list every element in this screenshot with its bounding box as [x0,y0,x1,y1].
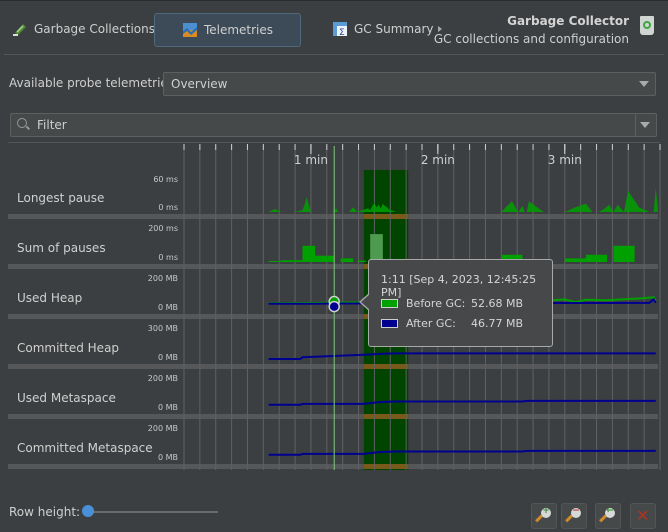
after-gc-swatch [381,319,398,328]
sum-of-pauses-bar [281,260,303,262]
row-separator [8,464,658,469]
garbage-collections-label: Garbage Collections [34,22,155,36]
time-label: 1 min [294,153,328,167]
row-separator [8,364,658,369]
tooltip-after-gc-row: After GC: 46.77 MB [381,317,523,330]
chevron-down-icon[interactable] [640,122,650,128]
after-gc-label: After GC: [406,317,456,330]
row-separator [8,264,658,269]
sum-of-pauses-bar [585,254,608,262]
row-separator [8,414,658,419]
search-icon[interactable] [17,118,27,128]
sum-of-pauses-bar [327,255,335,262]
gc-summary-icon: Σ [333,22,347,37]
sum-of-pauses-bar [302,245,316,262]
time-label: 2 min [421,153,455,167]
gc-summary-label: GC Summary [354,22,434,36]
close-button[interactable]: ✕ [630,503,656,529]
row-height-slider[interactable] [88,511,218,513]
view-subtitle: GC collections and configuration [433,32,629,46]
zoom-in-button[interactable]: + [531,503,557,529]
row-separator [8,314,658,319]
selection-row-marker [363,464,409,469]
probe-telemetries-select[interactable]: Overview [163,72,656,96]
view-title: Garbage Collector [507,14,629,28]
sum-of-pauses-bar [340,258,354,262]
row-separator [8,214,658,219]
before-gc-label: Before GC: [406,297,466,310]
row-height-slider-knob[interactable] [82,505,94,517]
filter-dropdown-divider [635,114,636,136]
tooltip-before-gc-row: Before GC: 52.68 MB [381,297,523,310]
sum-of-pauses-bar [613,245,635,262]
after-gc-value: 46.77 MB [471,317,524,330]
garbage-collections-icon [13,24,26,36]
probe-selected-value: Overview [171,77,228,91]
selection-row-marker [363,214,409,219]
toolbar-divider [4,54,664,55]
garbage-collections-button[interactable]: Garbage Collections [12,13,155,45]
sum-of-pauses-bar [315,255,328,262]
time-label: 3 min [548,153,582,167]
chevron-down-icon [639,81,649,87]
sum-of-pauses-bar [564,258,586,262]
probe-telemetries-label: Available probe telemetries: [9,76,179,90]
after-gc-point [328,300,340,313]
svg-text:Σ: Σ [339,28,345,37]
data-tooltip: 1:11 [Sep 4, 2023, 12:45:25 PM] Before G… [359,259,553,347]
tooltip-time: 1:11 [Sep 4, 2023, 12:45:25 PM] [381,273,537,299]
sum-of-pauses-bar [268,260,282,262]
timeline-plot[interactable]: 1 min 2 min 3 min [0,142,668,472]
toolbar: Garbage Collections Telemetries Σ GC Sum… [0,0,668,58]
telemetries-button[interactable]: Telemetries [154,13,301,47]
selection-row-marker [363,364,409,369]
zoom-out-button[interactable]: − [561,503,587,529]
before-gc-swatch [381,299,398,308]
fit-zoom-button[interactable]: ← [595,503,621,529]
gc-summary-button[interactable]: Σ GC Summary [332,13,433,45]
filter-input[interactable]: Filter [10,113,657,137]
run-gc-icon[interactable] [640,16,654,35]
before-gc-value: 52.68 MB [471,297,524,310]
close-icon: ✕ [636,506,650,525]
telemetries-label: Telemetries [203,23,274,37]
row-height-label: Row height: [9,505,81,519]
selection-row-marker [363,414,409,419]
filter-placeholder: Filter [37,118,67,132]
telemetry-timeline[interactable]: Longest pause 60 ms 0 ms Sum of pauses 2… [0,142,668,472]
tooltip-pointer [359,293,370,311]
sum-of-pauses-bar [357,260,366,262]
telemetries-icon [182,23,197,37]
sum-of-pauses-bar [370,234,383,262]
